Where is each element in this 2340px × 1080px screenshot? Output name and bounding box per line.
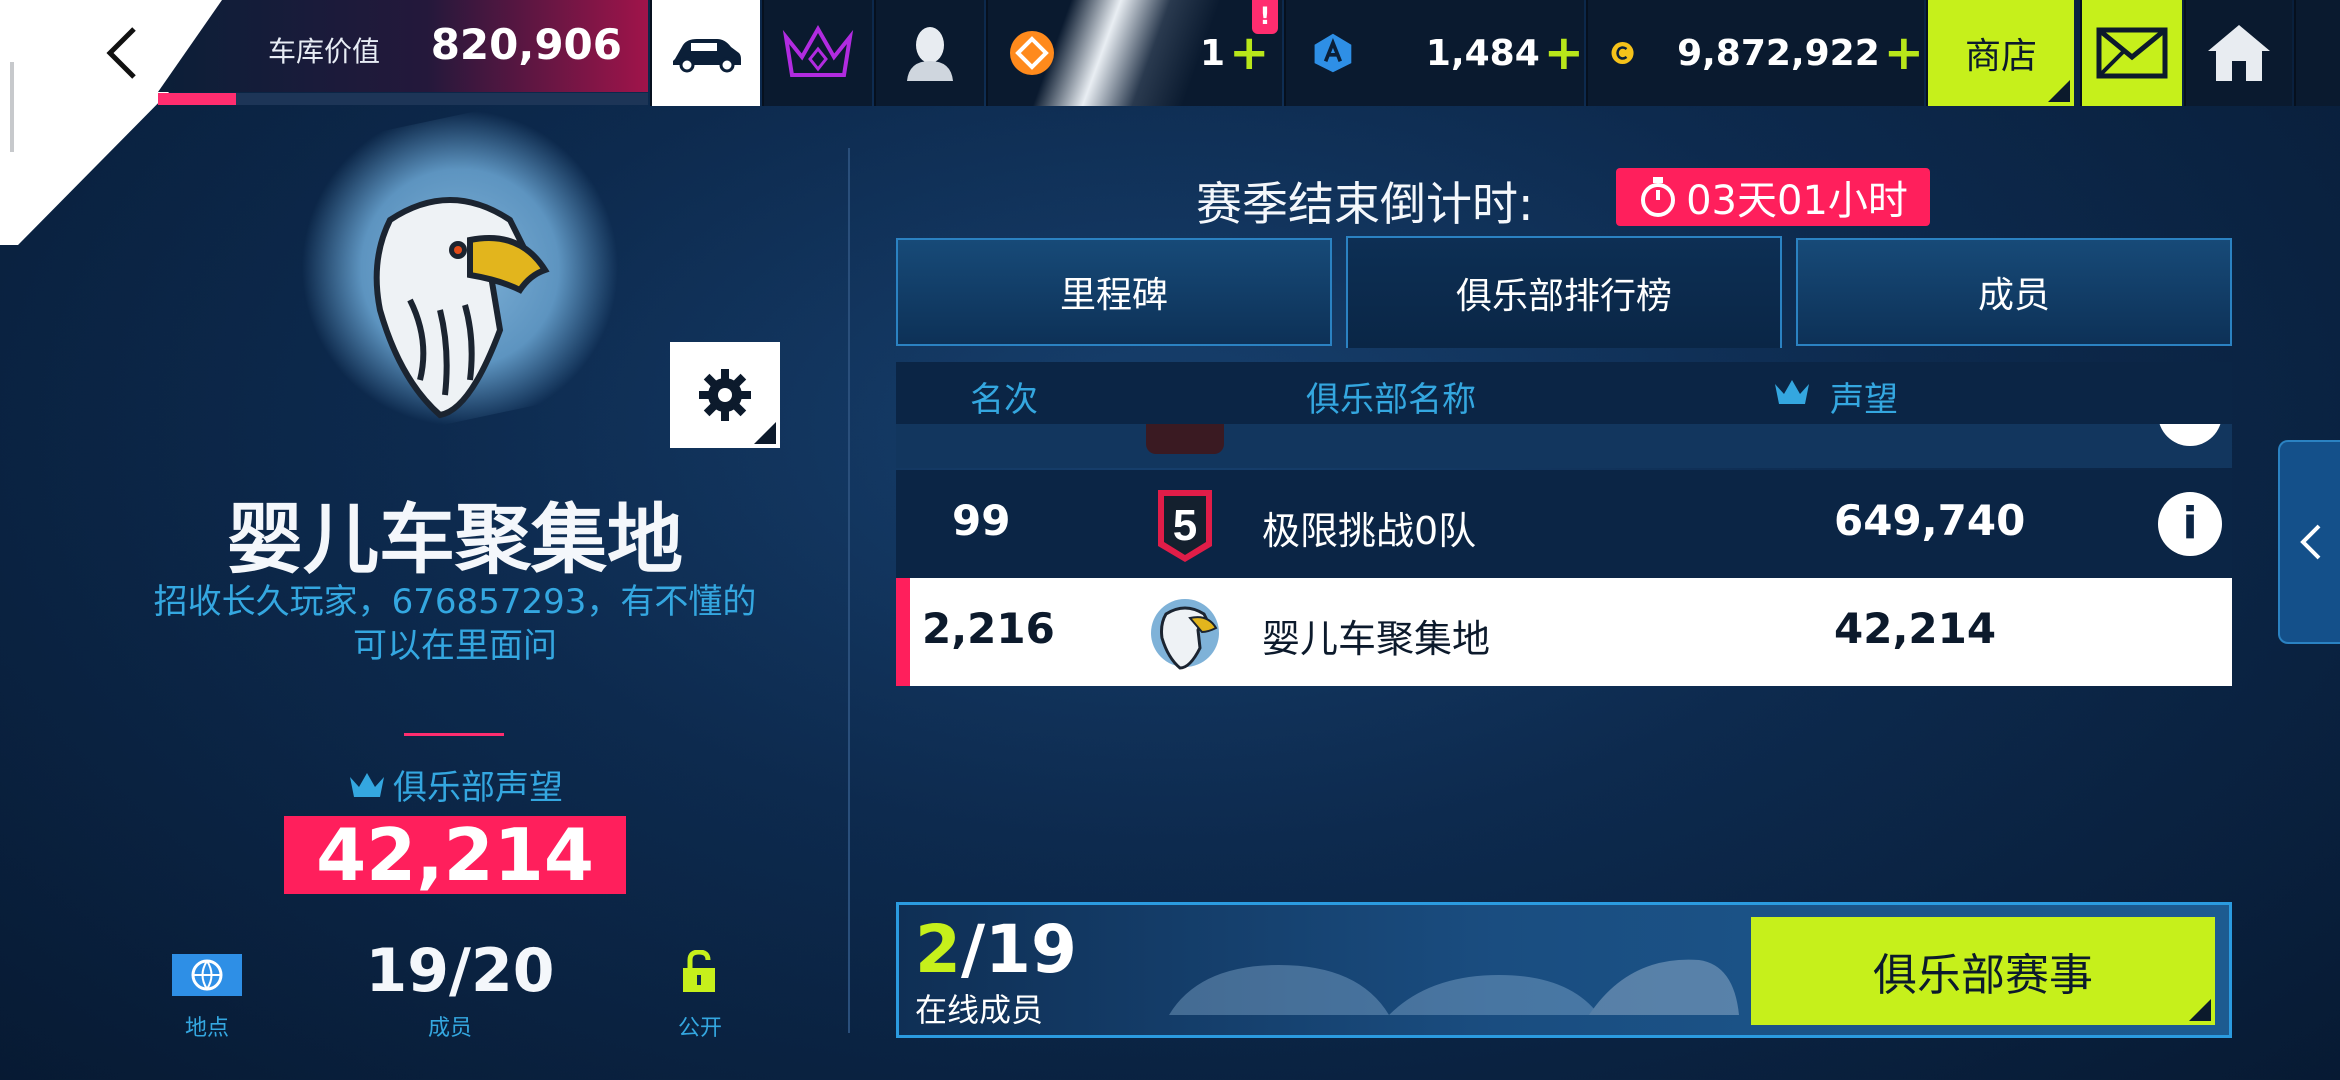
row-prestige: 649,740 bbox=[1834, 496, 2026, 545]
leaderboard-list[interactable]: 99 5 极限挑战0队 649,740 i 2,216 婴儿车聚集地 42,21… bbox=[896, 424, 2232, 894]
blueprint-value: 1,484 bbox=[1425, 32, 1540, 74]
mail-button[interactable] bbox=[2080, 0, 2182, 106]
club-events-button[interactable]: 俱乐部赛事 bbox=[1751, 917, 2215, 1025]
season-countdown-label: 赛季结束倒计时: bbox=[1196, 177, 1534, 231]
leaderboard-row[interactable]: 99 5 极限挑战0队 649,740 i bbox=[896, 470, 2232, 578]
row-rank: 99 bbox=[952, 496, 1011, 545]
club-logo-icon bbox=[1146, 424, 1224, 454]
shop-button[interactable]: 商店 bbox=[1926, 0, 2074, 106]
unlock-icon bbox=[680, 949, 718, 998]
events-corner-mark bbox=[2189, 999, 2211, 1021]
credits-currency[interactable]: 9,872,922 + bbox=[1586, 0, 1924, 106]
members-label: 成员 bbox=[427, 1016, 472, 1041]
club-description: 招收长久玩家，676857293，有不懂的可以在里面问 bbox=[153, 582, 757, 666]
season-countdown-badge: 03天01小时 bbox=[1616, 168, 1930, 226]
info-button[interactable]: i bbox=[2158, 492, 2222, 556]
garage-value: 820,906 bbox=[430, 20, 622, 69]
blueprint-currency[interactable]: 1,484 + bbox=[1284, 0, 1584, 106]
tab-club-leaderboard[interactable]: 俱乐部排行榜 bbox=[1346, 236, 1782, 348]
online-members-label: 在线成员 bbox=[915, 991, 1044, 1029]
col-prestige: 声望 bbox=[1830, 380, 1898, 420]
club-prestige-label: 俱乐部声望 bbox=[0, 760, 910, 809]
shop-corner-mark bbox=[2048, 80, 2070, 102]
tokens-value: 1 bbox=[1200, 32, 1226, 74]
row-club-name: 婴儿车聚集地 bbox=[1262, 617, 1491, 661]
club-prestige-value: 42,214 bbox=[284, 816, 626, 894]
add-blueprint-button[interactable]: + bbox=[1544, 25, 1584, 81]
crown-prestige-icon bbox=[1775, 380, 1809, 404]
add-credits-button[interactable]: + bbox=[1884, 25, 1924, 81]
chevron-left-icon bbox=[2300, 524, 2321, 560]
garage-value-label: 车库价值 bbox=[268, 35, 381, 68]
home-button[interactable] bbox=[2184, 0, 2292, 106]
leaderboard-row-own-club[interactable]: 2,216 婴儿车聚集地 42,214 bbox=[896, 578, 2232, 686]
gear-icon bbox=[699, 369, 751, 421]
topbar-extra bbox=[2294, 0, 2340, 106]
eagle-logo-icon bbox=[373, 197, 550, 419]
back-button[interactable] bbox=[82, 22, 162, 84]
garage-button[interactable] bbox=[650, 0, 760, 106]
legend-pass-button[interactable] bbox=[762, 0, 872, 106]
side-indicator bbox=[10, 62, 14, 152]
svg-text:5: 5 bbox=[1173, 501, 1197, 550]
club-name: 婴儿车聚集地 bbox=[227, 495, 683, 584]
profile-icon bbox=[907, 27, 953, 81]
col-rank: 名次 bbox=[970, 380, 1038, 420]
season-countdown-value: 03天01小时 bbox=[1686, 178, 1908, 224]
profile-button[interactable] bbox=[874, 0, 984, 106]
tokens-currency[interactable]: 1 + bbox=[986, 0, 1282, 106]
tab-members[interactable]: 成员 bbox=[1796, 238, 2232, 346]
credits-icon bbox=[1611, 41, 1634, 65]
location-label: 地点 bbox=[184, 1016, 229, 1041]
privacy-label: 公开 bbox=[677, 1016, 722, 1041]
info-icon[interactable] bbox=[2158, 424, 2222, 446]
stopwatch-icon bbox=[1641, 177, 1676, 217]
leaderboard-header: 名次 俱乐部名称 声望 bbox=[896, 362, 2232, 424]
cars-background-image bbox=[1169, 959, 1739, 1015]
garage-value-panel: 车库价值 820,906 bbox=[158, 0, 648, 92]
row-club-name: 极限挑战0队 bbox=[1262, 509, 1477, 553]
crown-icon bbox=[782, 24, 854, 77]
online-members-count: 2/19 bbox=[915, 911, 1077, 988]
blueprint-icon bbox=[1314, 33, 1352, 73]
location-flag-icon bbox=[172, 954, 242, 1000]
club-settings-button[interactable] bbox=[670, 342, 780, 448]
club-events-label: 俱乐部赛事 bbox=[1873, 950, 2093, 1001]
car-icon bbox=[673, 39, 741, 73]
shop-label: 商店 bbox=[1964, 36, 2037, 77]
home-icon bbox=[2208, 25, 2270, 81]
panel-divider bbox=[848, 148, 850, 1033]
crown-small-icon bbox=[350, 773, 384, 797]
club-members-count: 19/20 bbox=[365, 936, 555, 1006]
online-now: 2 bbox=[915, 911, 961, 988]
chevron-left-icon bbox=[106, 27, 136, 79]
leaderboard-row-partial[interactable] bbox=[896, 424, 2232, 468]
col-club-name: 俱乐部名称 bbox=[1306, 380, 1476, 420]
tab-milestones[interactable]: 里程碑 bbox=[896, 238, 1332, 346]
garage-progress-fill bbox=[158, 93, 237, 105]
tokens-alert-badge: ! bbox=[1252, 0, 1278, 34]
row-rank: 2,216 bbox=[922, 604, 1055, 653]
mail-icon bbox=[2096, 27, 2168, 79]
token-icon bbox=[1010, 31, 1054, 75]
top-bar: 车库价值 820,906 1 + ! 1,484 + 9,872,922 + 商… bbox=[0, 0, 2340, 245]
online-total: /19 bbox=[960, 911, 1077, 988]
side-drawer-toggle[interactable] bbox=[2278, 440, 2340, 644]
club-prestige-text: 俱乐部声望 bbox=[393, 768, 563, 808]
row-prestige: 42,214 bbox=[1834, 604, 1997, 653]
own-club-marker bbox=[896, 578, 910, 686]
settings-corner-mark bbox=[754, 422, 776, 444]
club-badge-icon: 5 bbox=[1158, 490, 1212, 562]
divider-line bbox=[404, 733, 504, 736]
credits-value: 9,872,922 bbox=[1677, 32, 1880, 74]
club-footer-bar: 2/19 在线成员 俱乐部赛事 bbox=[896, 902, 2232, 1038]
eagle-logo-icon bbox=[1151, 599, 1219, 670]
